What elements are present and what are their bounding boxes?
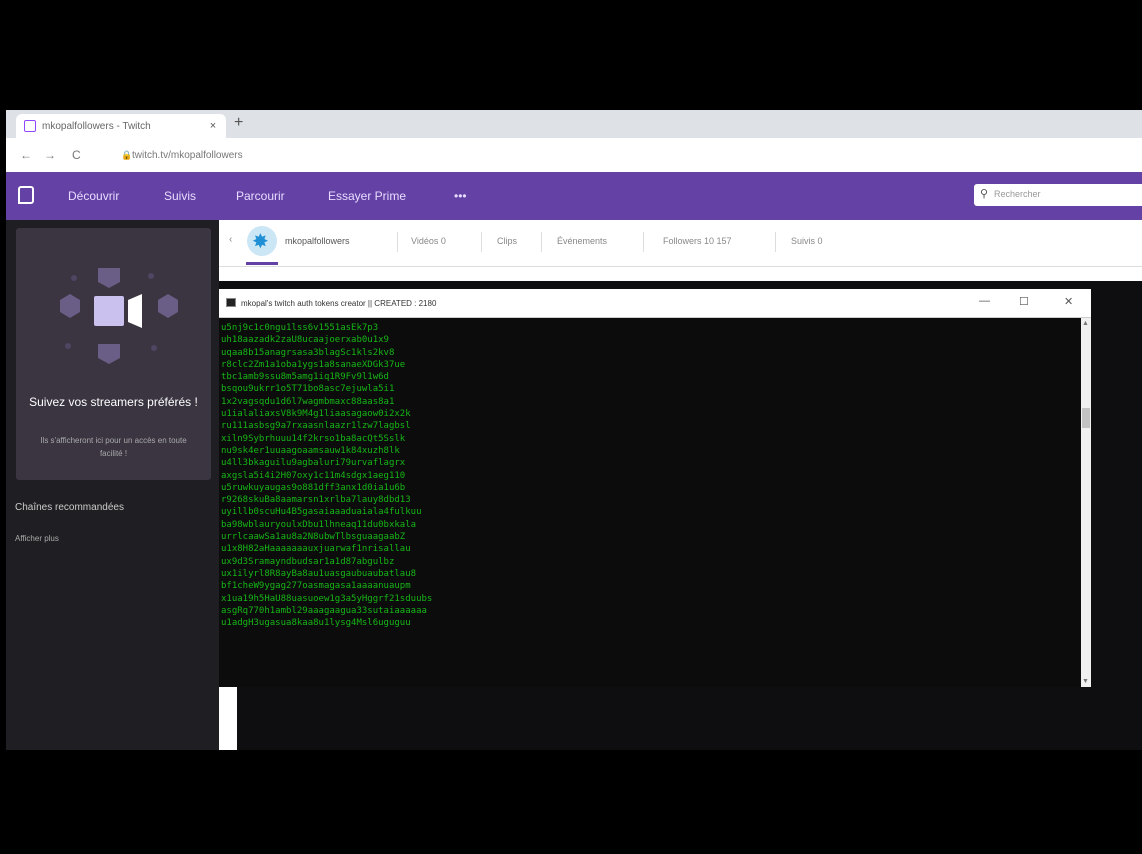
divider [541, 232, 542, 252]
console-line: u1adgH3ugasua8kaa8u1lysg4Msl6uguguu [221, 618, 411, 629]
show-more-link[interactable]: Afficher plus [15, 534, 59, 543]
console-line: asgRq770h1ambl29aaagaagua33sutaiaaaaaa [221, 605, 427, 616]
console-line: ru111asbsg9a7rxaasnlaazr1lzw7lagbsl [221, 421, 411, 432]
console-line: r9268skuBa8aamarsn1xrlba7lauy8dbd13 [221, 495, 411, 506]
console-output[interactable]: u5nj9c1c0ngu1lss6v1551asEk7p3 uh18aazadk2… [219, 318, 1081, 687]
browser-address-bar: ← → C 🔒 twitch.tv/mkopalfollowers [6, 138, 1142, 173]
nav-following[interactable]: Suivis [164, 189, 196, 203]
video-letterbox-bottom [0, 750, 1142, 854]
console-line: u1x8H82aHaaaaaaauxjuarwaf1nrisallau [221, 544, 411, 555]
left-sidebar: Suivez vos streamers préférés ! Ils s'af… [6, 220, 219, 750]
tab-followers[interactable]: Followers 10 157 [663, 236, 732, 246]
avatar[interactable]: ✸ [247, 226, 277, 256]
tab-videos[interactable]: Vidéos 0 [411, 236, 446, 246]
streamers-illustration-icon [60, 268, 178, 364]
promo-text: Ils s'afficheront ici pour un accès en t… [40, 436, 187, 458]
console-line: u4ll3bkaguilu9agbaluri79urvaflagrx [221, 458, 406, 469]
divider [643, 232, 644, 252]
divider [481, 232, 482, 252]
active-tab-indicator [246, 262, 278, 265]
console-line: uyillb0scuHu4B5gasaiaaaduaiala4fulkuu [221, 507, 422, 518]
console-line: xiln9Sybrhuuu14f2krso1ba8acQt5Sslk [221, 433, 406, 444]
lock-icon: 🔒 [121, 150, 133, 160]
nav-browse[interactable]: Parcourir [236, 189, 285, 203]
browser-tab[interactable]: mkopalfollowers - Twitch × [16, 114, 226, 138]
console-line: ba98wblauryoulxDbu1lhneaq11du0bxkala [221, 519, 417, 530]
browser-tab-bar: mkopalfollowers - Twitch × + [6, 110, 1142, 138]
console-line: urrlcaawSa1au8a2N8ubwTlbsguaagaabZ [221, 532, 406, 543]
console-line: bsqou9ukrr1o5T71bo8asc7ejuwla5i1 [221, 384, 395, 395]
new-tab-icon[interactable]: + [234, 114, 243, 132]
console-titlebar[interactable]: mkopal's twitch auth tokens creator || C… [219, 289, 1091, 318]
console-line: ux1ilyrl8R8ayBa8au1uasgaubuaubatlau8 [221, 568, 417, 579]
console-line: ux9d3Sramayndbudsar1a1d87abgulbz [221, 556, 395, 567]
maximize-icon[interactable]: ☐ [1019, 295, 1029, 308]
console-line: u1ialaliaxsV8k9M4g1liaasagaow0i2x2k [221, 409, 411, 420]
content-strip [219, 267, 1142, 281]
channel-header: ‹ ✸ mkopalfollowers Vidéos 0 Clips Événe… [219, 220, 1142, 267]
tab-clips[interactable]: Clips [497, 236, 517, 246]
reload-icon[interactable]: C [72, 148, 81, 162]
chevron-left-icon[interactable]: ‹ [229, 234, 232, 245]
forward-icon[interactable]: → [44, 148, 56, 162]
console-line: r8clc2Zm1a1oba1ygs1a8sanaeXDGk37ue [221, 359, 406, 370]
console-scrollbar[interactable]: ▲ ▼ [1081, 318, 1091, 687]
follow-promo-card: Suivez vos streamers préférés ! Ils s'af… [16, 228, 211, 480]
console-text: u5nj9c1c0ngu1lss6v1551asEk7p3 uh18aazadk2… [221, 322, 451, 629]
console-line: 1x2vagsqdu1d6l7wagmbmaxc88aas8a1 [221, 396, 395, 407]
console-line: uqaa8b15anagrsasa3blagSc1kls2kv8 [221, 347, 395, 358]
scroll-thumb[interactable] [1082, 408, 1090, 428]
console-line: bf1cheW9ygag277oasmagasa1aaaanuaupm [221, 581, 411, 592]
minimize-icon[interactable]: — [979, 295, 990, 307]
twitch-logo-icon[interactable] [18, 186, 34, 204]
avatar-star-icon: ✸ [252, 231, 269, 253]
console-line: nu9sk4er1uuaagoaamsauw1k84xuzh8lk [221, 445, 400, 456]
tab-events[interactable]: Événements [557, 236, 607, 246]
console-line: x1ua19h5HaU88uasuoew1g3a5yHggrf21sduubs [221, 593, 433, 604]
channel-name[interactable]: mkopalfollowers [285, 236, 350, 246]
console-line: u5nj9c1c0ngu1lss6v1551asEk7p3 [221, 323, 379, 333]
tab-following[interactable]: Suivis 0 [791, 236, 823, 246]
close-icon[interactable]: ✕ [1064, 295, 1073, 308]
promo-title: Suivez vos streamers préférés ! [29, 395, 198, 409]
console-title: mkopal's twitch auth tokens creator || C… [241, 299, 437, 308]
console-line: u5ruwkuyaugas9o881dff3anx1d0ia1u6b [221, 482, 406, 493]
browser-tab-title: mkopalfollowers - Twitch [42, 120, 151, 132]
scroll-down-icon[interactable]: ▼ [1082, 678, 1089, 685]
console-line: tbc1amb9ssu8m5amg1iq1R9Fv9l1w6d [221, 372, 389, 383]
divider [775, 232, 776, 252]
console-window[interactable]: mkopal's twitch auth tokens creator || C… [219, 289, 1091, 687]
content-strip [219, 687, 237, 750]
nav-discover[interactable]: Découvrir [68, 189, 119, 203]
url-field[interactable]: twitch.tv/mkopalfollowers [132, 150, 243, 161]
console-line: uh18aazadk2zaU8ucaajoerxab0u1x9 [221, 335, 389, 346]
search-input[interactable]: ⚲ Rechercher [974, 184, 1142, 206]
twitch-top-nav: Découvrir Suivis Parcourir Essayer Prime… [6, 172, 1142, 220]
video-letterbox-top [0, 0, 1142, 110]
nav-more-icon[interactable]: ••• [454, 189, 467, 203]
search-placeholder: Rechercher [994, 189, 1041, 199]
console-line: axgsla5i4i2H07oxy1c11m4sdgx1aeg110 [221, 470, 406, 481]
recommended-channels-heading: Chaînes recommandées [15, 502, 124, 513]
scroll-up-icon[interactable]: ▲ [1082, 320, 1089, 327]
search-icon: ⚲ [980, 188, 989, 200]
tab-close-icon[interactable]: × [206, 120, 220, 132]
nav-try-prime[interactable]: Essayer Prime [328, 189, 406, 203]
console-app-icon [226, 298, 236, 307]
back-icon[interactable]: ← [20, 148, 32, 162]
twitch-favicon-icon [24, 120, 36, 132]
divider [397, 232, 398, 252]
